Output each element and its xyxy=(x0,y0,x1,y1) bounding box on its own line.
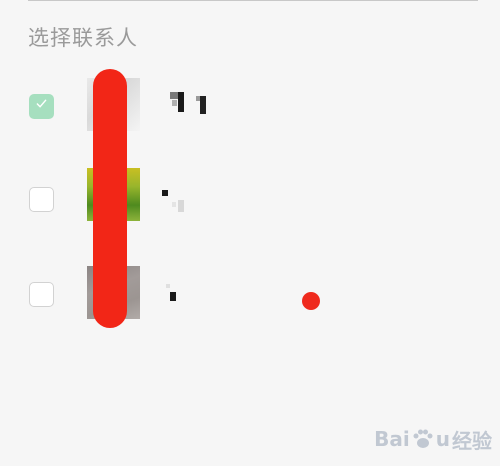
redaction-mark xyxy=(93,69,127,328)
watermark-text-b: u xyxy=(435,427,450,451)
watermark-text-cn: 经验 xyxy=(452,428,492,453)
contact-checkbox[interactable] xyxy=(29,187,54,212)
contact-checkbox-checked[interactable] xyxy=(29,94,54,119)
watermark-text-a: Bai xyxy=(374,427,410,451)
section-title: 选择联系人 xyxy=(28,26,138,50)
top-divider xyxy=(28,0,478,1)
watermark: Bai u 经验 xyxy=(374,420,492,458)
check-icon xyxy=(36,99,47,108)
paw-icon xyxy=(413,429,433,448)
contact-row-1[interactable] xyxy=(0,66,500,146)
contact-row-3[interactable] xyxy=(0,258,500,338)
contact-row-2[interactable] xyxy=(0,160,500,240)
contact-checkbox[interactable] xyxy=(29,282,54,307)
annotation-dot xyxy=(302,292,320,310)
